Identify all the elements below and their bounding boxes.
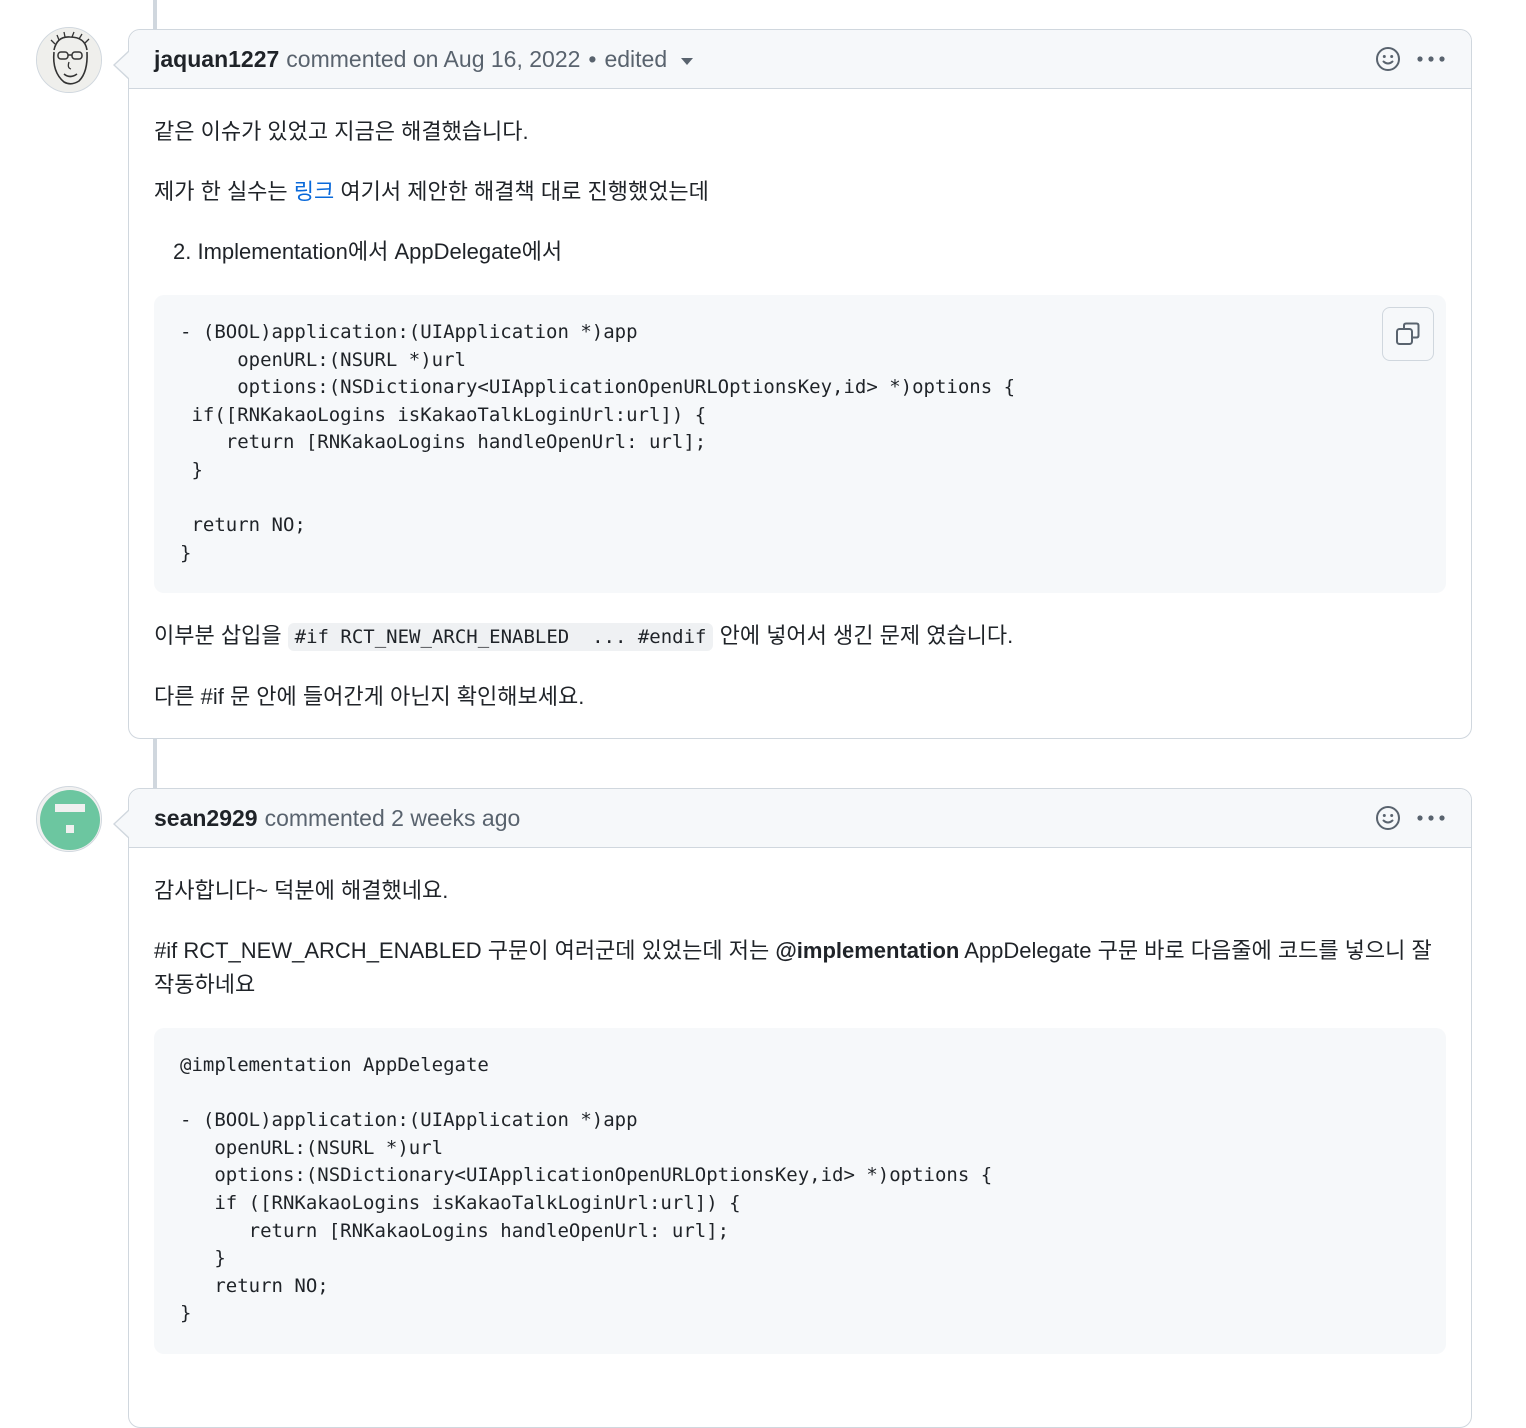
comment-timestamp[interactable]: commented on Aug 16, 2022	[286, 46, 580, 73]
comment-paragraph: 감사합니다~ 덕분에 해결했네요.	[154, 878, 449, 903]
comment-paragraph: 다른 #if 문 안에 들어간게 아닌지 확인해보세요.	[154, 684, 585, 710]
comment-author[interactable]: sean2929	[154, 805, 258, 832]
paragraph-text: 여기서 제안한 해결책 대로 진행했었는데	[334, 179, 709, 204]
copy-icon	[1396, 322, 1420, 345]
comment-header: jaquan1227 commented on Aug 16, 2022 • e…	[129, 30, 1471, 89]
kebab-horizontal-icon[interactable]	[1415, 813, 1447, 823]
timeline-line	[153, 736, 157, 788]
chevron-down-icon[interactable]	[681, 58, 694, 65]
issue-link[interactable]: 링크	[294, 179, 334, 204]
kebab-horizontal-icon[interactable]	[1415, 54, 1447, 64]
smiley-icon[interactable]	[1375, 46, 1401, 72]
comment-paragraph: 제가 한 실수는 링크 여기서 제안한 해결책 대로 진행했었는데	[154, 175, 1446, 209]
comment-author[interactable]: jaquan1227	[154, 46, 279, 73]
code-block: @implementation AppDelegate - (BOOL)appl…	[154, 1028, 1446, 1354]
copy-button[interactable]	[1382, 307, 1434, 361]
timeline-line	[153, 0, 157, 29]
edited-label[interactable]: edited	[604, 46, 667, 73]
smiley-icon[interactable]	[1375, 805, 1401, 831]
comment-body: 감사합니다~ 덕분에 해결했네요. #if RCT_NEW_ARCH_ENABL…	[129, 848, 1471, 1404]
comment-actions	[1375, 30, 1447, 88]
paragraph-text: #if RCT_NEW_ARCH_ENABLED 구문이 여러군데 있었는데 저…	[154, 938, 776, 963]
separator-dot: •	[588, 45, 597, 72]
comment-paragraph: #if RCT_NEW_ARCH_ENABLED 구문이 여러군데 있었는데 저…	[154, 934, 1446, 1002]
code-block: - (BOOL)application:(UIApplication *)app…	[154, 295, 1446, 594]
avatar-sean2929[interactable]	[36, 786, 102, 852]
avatar-sketch-face-icon	[37, 28, 101, 92]
code-text: - (BOOL)application:(UIApplication *)app…	[180, 321, 1016, 564]
paragraph-text: 이부분 삽입을	[154, 623, 288, 649]
comment-header: sean2929 commented 2 weeks ago	[129, 789, 1471, 848]
comment-paragraph: 이부분 삽입을 #if RCT_NEW_ARCH_ENABLED ... #en…	[154, 619, 1446, 654]
list-item: 2. Implementation에서 AppDelegate에서	[173, 239, 563, 264]
comment-card: sean2929 commented 2 weeks ago 감사합니다~ 덕분…	[113, 788, 1472, 1428]
comment-body: 같은 이슈가 있었고 지금은 해결했습니다. 제가 한 실수는 링크 여기서 제…	[129, 89, 1471, 738]
comment-timestamp[interactable]: commented 2 weeks ago	[265, 805, 521, 832]
paragraph-text: 안에 넣어서 생긴 문제 였습니다.	[713, 623, 1014, 649]
paragraph-text: 제가 한 실수는	[154, 179, 294, 204]
code-text: @implementation AppDelegate - (BOOL)appl…	[180, 1054, 993, 1325]
comment-actions	[1375, 789, 1447, 847]
bold-text: @implementation	[775, 938, 960, 963]
comment-card: jaquan1227 commented on Aug 16, 2022 • e…	[113, 29, 1472, 740]
inline-code: #if RCT_NEW_ARCH_ENABLED ... #endif	[287, 623, 714, 652]
avatar-jaquan1227[interactable]	[36, 27, 102, 93]
comment-paragraph: 같은 이슈가 있었고 지금은 해결했습니다.	[154, 119, 529, 144]
identicon-icon	[37, 787, 101, 851]
